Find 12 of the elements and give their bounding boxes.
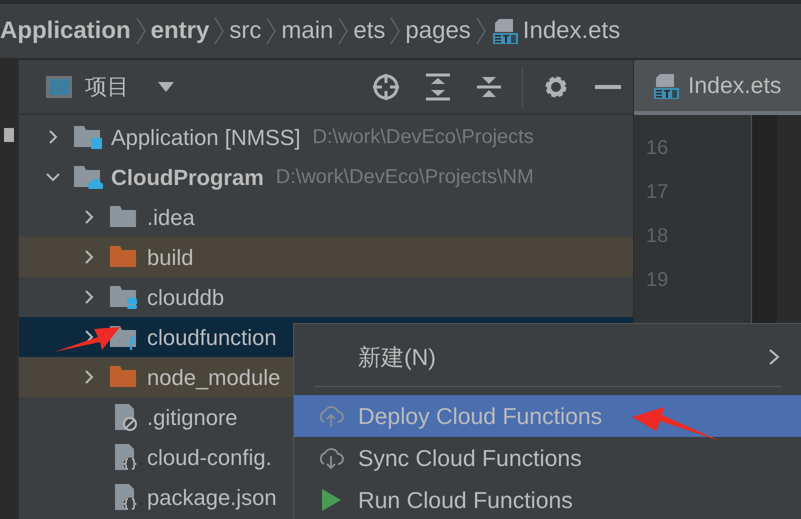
tree-label: .gitignore — [147, 404, 238, 432]
project-path: D:\work\DevEco\Projects\NM — [276, 165, 534, 190]
tree-label: .idea — [147, 204, 195, 232]
project-path: D:\work\DevEco\Projects — [312, 125, 534, 150]
tree-label: cloud-config. — [147, 444, 272, 472]
tree-label: Application [NMSS] — [111, 124, 301, 152]
tree-label: cloudfunction — [147, 324, 277, 352]
tree-label: clouddb — [147, 284, 224, 312]
tree-label: CloudProgram — [111, 164, 264, 192]
tree-label: build — [147, 244, 194, 272]
tree-label: package.json — [147, 484, 277, 512]
tree-label: node_module — [147, 364, 280, 392]
